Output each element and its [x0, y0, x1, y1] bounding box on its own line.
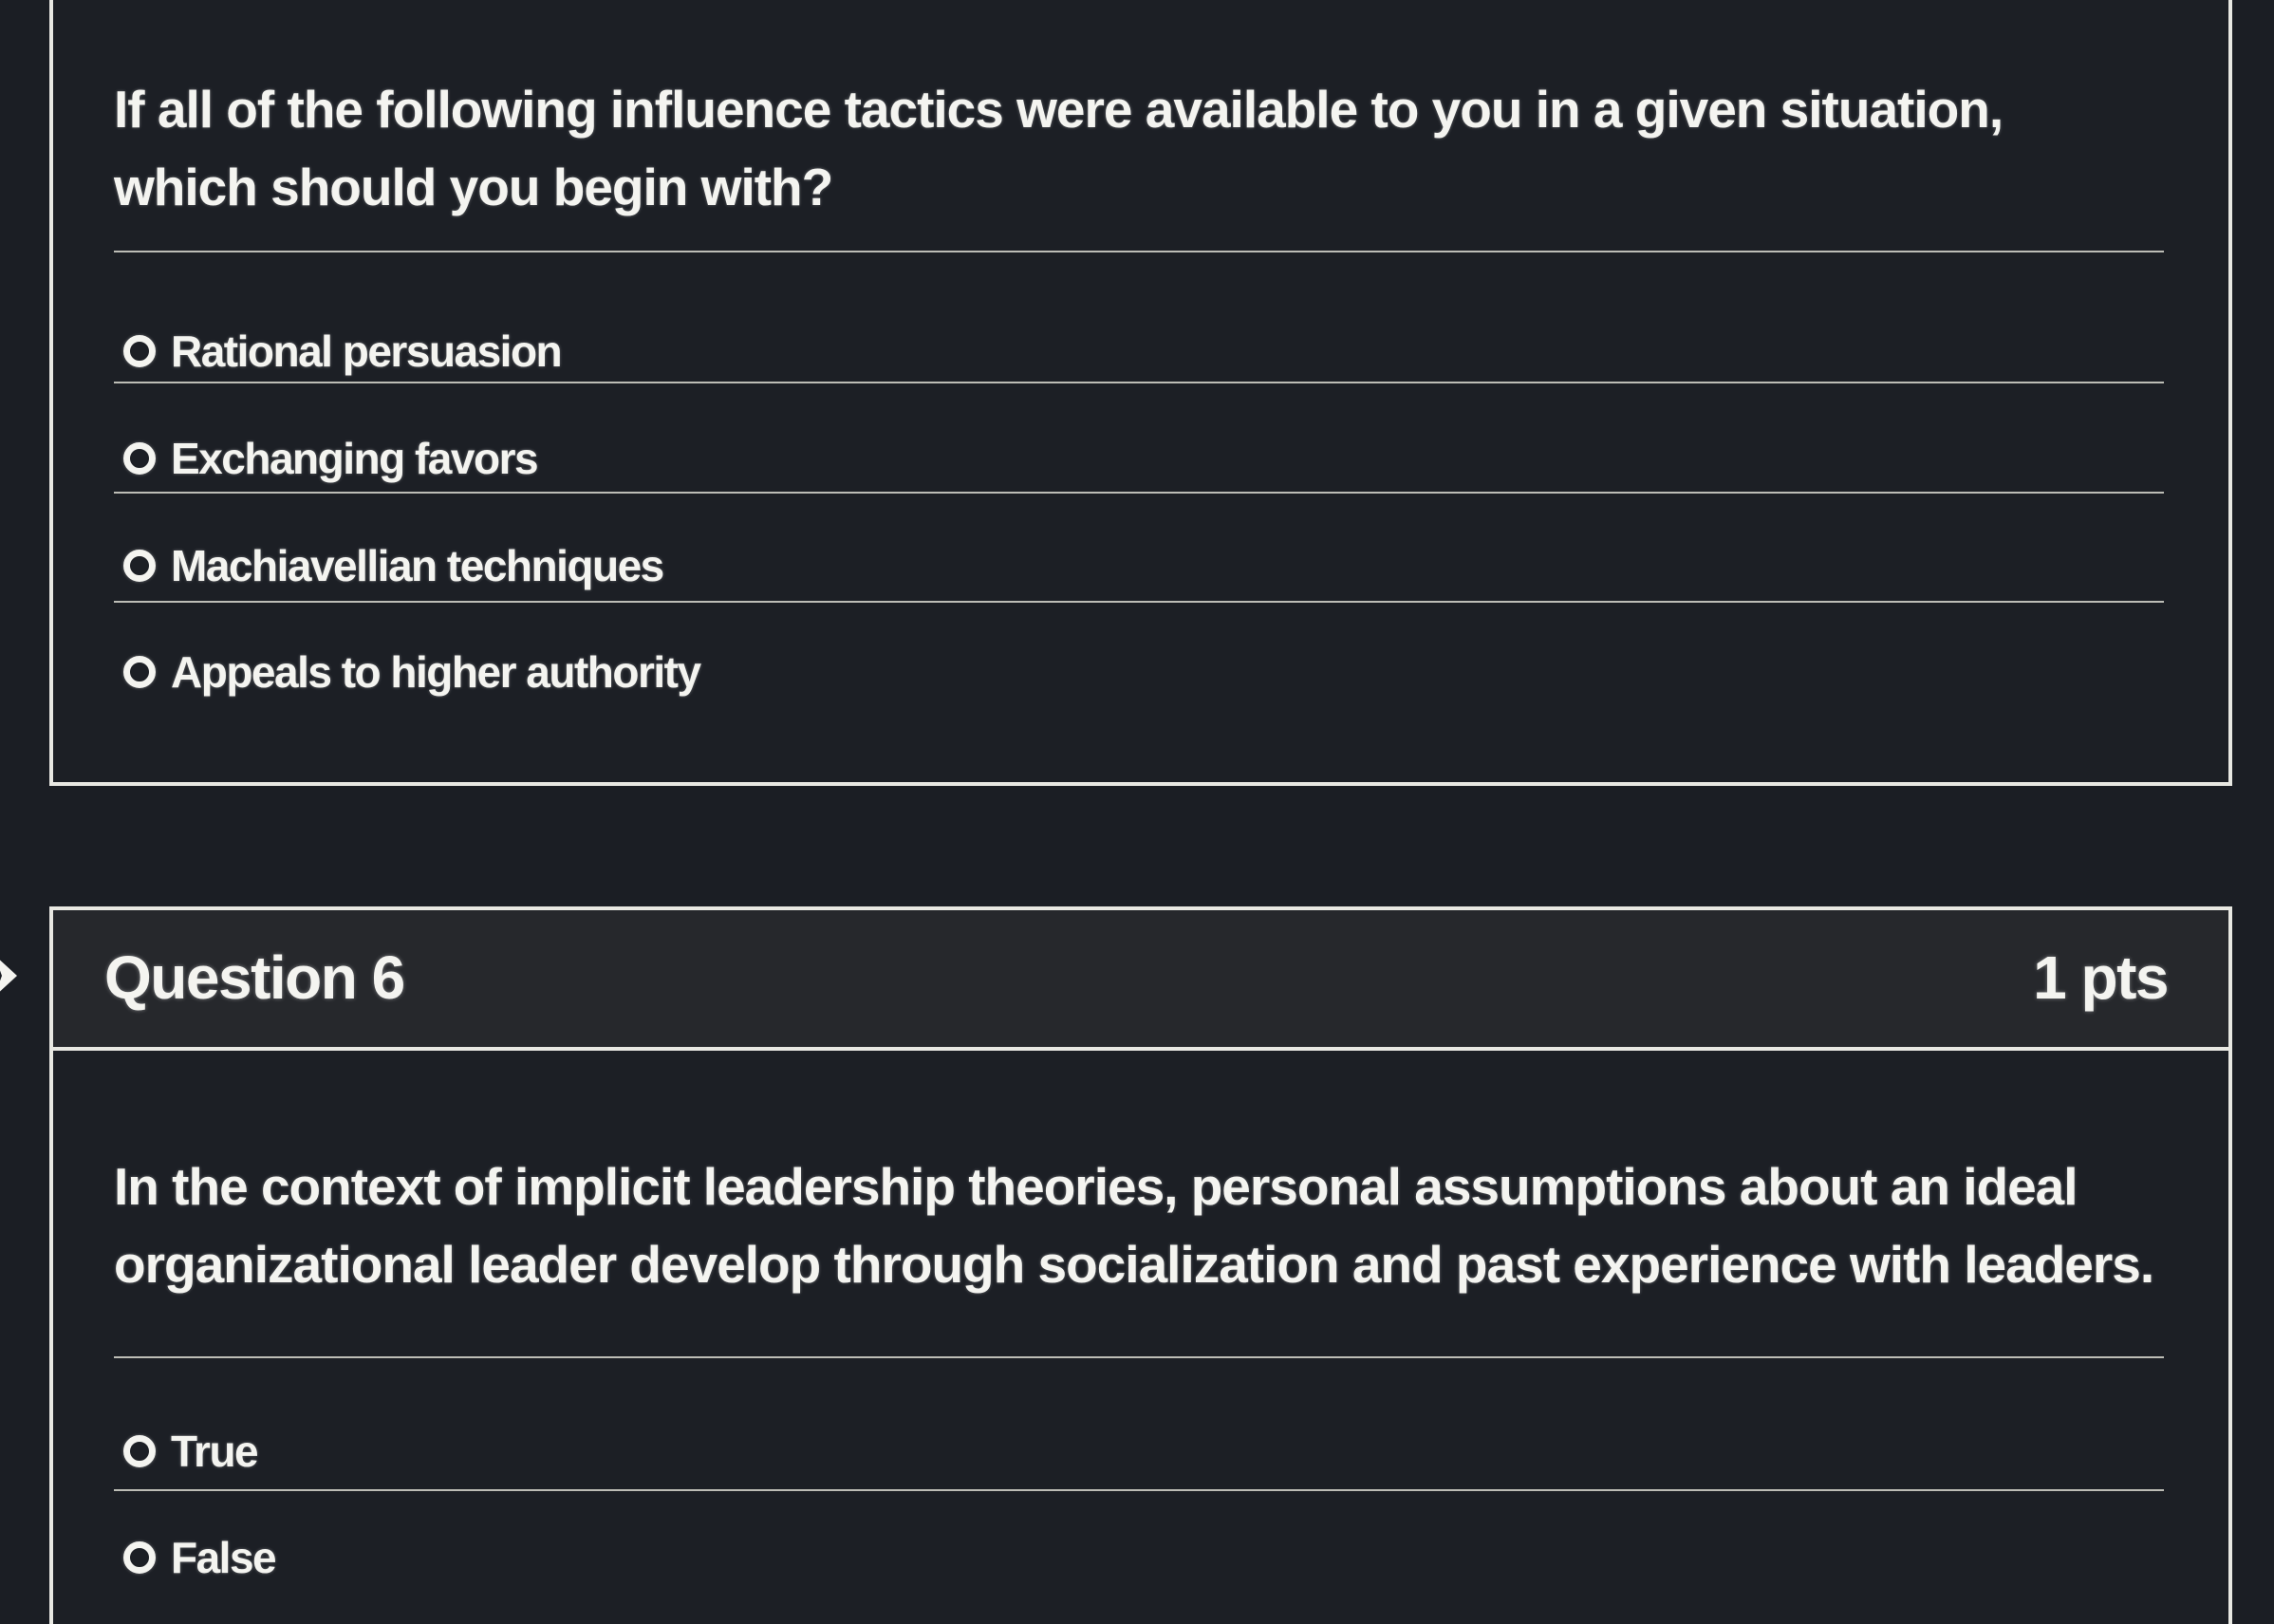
quiz-screen: If all of the following influence tactic…: [0, 0, 2274, 1624]
question-6-header: Question 6 1 pts: [53, 910, 2228, 1051]
answer-option-machiavellian-techniques[interactable]: Machiavellian techniques: [123, 528, 664, 604]
question-points: 1 pts: [2033, 943, 2169, 1012]
answer-divider: [114, 492, 2164, 494]
answer-label: Appeals to higher authority: [171, 647, 701, 697]
radio-unchecked-icon[interactable]: [123, 550, 156, 582]
radio-unchecked-icon[interactable]: [123, 656, 156, 688]
answer-divider: [114, 251, 2164, 252]
question-6-card: Question 6 1 pts In the context of impli…: [49, 906, 2232, 1624]
answer-label: Rational persuasion: [171, 327, 563, 376]
answer-option-true[interactable]: True: [123, 1413, 259, 1489]
answer-option-rational-persuasion[interactable]: Rational persuasion: [123, 313, 563, 389]
answer-option-exchanging-favors[interactable]: Exchanging favors: [123, 420, 539, 496]
answer-label: Exchanging favors: [171, 434, 539, 483]
answer-divider: [114, 601, 2164, 603]
question-title: Question 6: [104, 943, 405, 1012]
radio-unchecked-icon[interactable]: [123, 1541, 156, 1574]
radio-unchecked-icon[interactable]: [123, 335, 156, 367]
answer-option-appeals-to-higher-authority[interactable]: Appeals to higher authority: [123, 634, 701, 710]
answer-option-false[interactable]: False: [123, 1520, 277, 1596]
question-6-text: In the context of implicit leadership th…: [114, 1157, 2154, 1294]
answer-label: Machiavellian techniques: [171, 541, 664, 590]
answer-label: True: [171, 1427, 259, 1476]
answer-label: False: [171, 1533, 277, 1582]
answer-divider: [114, 382, 2164, 383]
question-5-card: If all of the following influence tactic…: [49, 0, 2232, 786]
radio-unchecked-icon[interactable]: [123, 442, 156, 475]
answer-divider: [114, 1489, 2164, 1491]
answer-divider: [114, 1356, 2164, 1358]
question-5-text: If all of the following influence tactic…: [114, 80, 2004, 216]
chevron-right-icon[interactable]: [0, 951, 21, 1000]
radio-unchecked-icon[interactable]: [123, 1435, 156, 1467]
